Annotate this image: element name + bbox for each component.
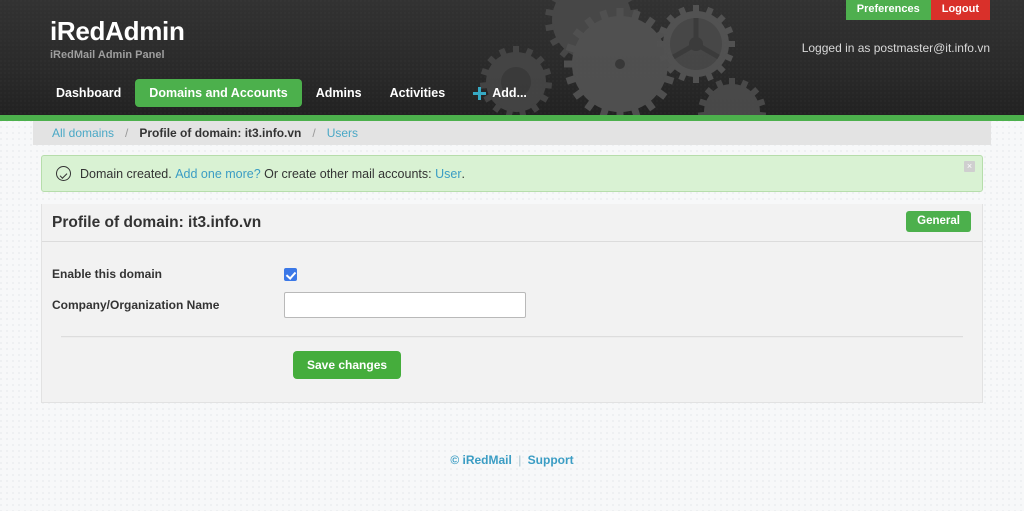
nav-item-domains-and-accounts[interactable]: Domains and Accounts	[135, 79, 302, 107]
form-row-company-name: Company/Organization Name	[52, 290, 972, 320]
breadcrumb-separator-1: /	[125, 126, 129, 140]
green-accent-bar	[0, 115, 1024, 121]
alert-text-created: Domain created.	[80, 166, 172, 181]
breadcrumb: All domains / Profile of domain: it3.inf…	[33, 121, 991, 145]
save-button-wrap: Save changes	[52, 338, 972, 379]
check-circle-icon	[56, 166, 71, 181]
company-name-input[interactable]	[284, 292, 526, 318]
nav-label-domains-and-accounts: Domains and Accounts	[149, 86, 288, 100]
top-buttons: Preferences Logout	[845, 0, 990, 20]
nav-item-activities[interactable]: Activities	[376, 79, 460, 107]
alert-text-or-create: Or create other mail accounts:	[264, 166, 432, 181]
save-changes-button[interactable]: Save changes	[293, 351, 402, 379]
plus-icon	[473, 86, 487, 100]
brand-subtitle: iRedMail Admin Panel	[50, 49, 165, 61]
breadcrumb-separator-2: /	[312, 126, 316, 140]
nav-label-admins: Admins	[315, 86, 362, 100]
close-icon[interactable]: ×	[964, 161, 975, 172]
page-footer: © iRedMail | Support	[0, 453, 1024, 467]
breadcrumb-users[interactable]: Users	[327, 126, 358, 140]
preferences-button[interactable]: Preferences	[845, 0, 931, 20]
brand-title: iRedAdmin	[50, 16, 185, 46]
main-nav: Dashboard Domains and Accounts Admins Ac…	[42, 79, 541, 107]
page-title: Profile of domain: it3.info.vn	[52, 213, 262, 231]
enable-domain-checkbox[interactable]	[284, 267, 297, 281]
domain-profile-panel: Profile of domain: it3.info.vn General E…	[41, 204, 983, 403]
footer-separator: |	[518, 453, 522, 467]
alert-text-period: .	[461, 166, 465, 181]
form-row-enable-domain: Enable this domain	[52, 259, 972, 289]
footer-link-iredmail[interactable]: © iRedMail	[450, 453, 512, 467]
footer-link-support[interactable]: Support	[528, 453, 574, 467]
logged-in-status: Logged in as postmaster@it.info.vn	[801, 41, 990, 55]
panel-body: Enable this domain Company/Organization …	[42, 242, 982, 379]
logout-button[interactable]: Logout	[930, 0, 990, 20]
nav-label-activities: Activities	[389, 86, 446, 100]
nav-item-add[interactable]: Add...	[459, 79, 541, 107]
nav-label-add: Add...	[492, 86, 527, 100]
alert-link-add-one-more[interactable]: Add one more?	[175, 167, 260, 181]
nav-label-dashboard: Dashboard	[56, 86, 122, 100]
breadcrumb-all-domains[interactable]: All domains	[52, 126, 114, 140]
nav-item-dashboard[interactable]: Dashboard	[42, 79, 135, 107]
breadcrumb-profile: Profile of domain: it3.info.vn	[139, 126, 302, 140]
alert-link-user[interactable]: User	[435, 167, 461, 181]
page-header: iRedAdmin iRedMail Admin Panel Preferenc…	[0, 0, 1024, 115]
label-company-organization-name: Company/Organization Name	[52, 298, 220, 312]
tab-general[interactable]: General	[906, 211, 971, 232]
brand: iRedAdmin iRedMail Admin Panel	[50, 18, 185, 61]
success-alert: Domain created. Add one more? Or create …	[41, 155, 983, 192]
panel-header: Profile of domain: it3.info.vn General	[42, 204, 982, 242]
label-enable-this-domain: Enable this domain	[52, 267, 163, 281]
nav-item-admins[interactable]: Admins	[302, 79, 376, 107]
